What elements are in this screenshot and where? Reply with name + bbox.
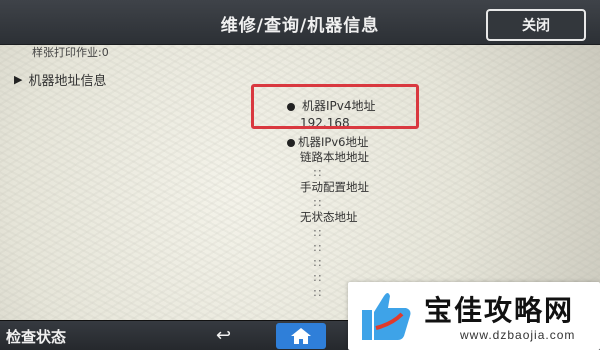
stateless-value-3: :: [313,255,323,269]
close-button[interactable]: 关闭 [486,9,586,41]
title-bar: 维修/查询/机器信息 关闭 [0,0,600,45]
triangle-right-icon: ▶ [14,73,23,86]
ipv6-block: 机器IPv6地址 链路本地地址 :: 手动配置地址 :: 无状态地址 :: ::… [287,135,369,300]
home-icon [291,328,311,344]
section-label: 机器地址信息 [28,74,107,89]
stateless-value-2: :: [313,240,323,254]
section-machine-address[interactable]: ▶ 机器地址信息 [14,70,106,89]
printer-screen: 维修/查询/机器信息 关闭 样张打印作业:0 ▶ 机器地址信息 机器IPv4地址… [0,0,600,350]
watermark-badge: 宝佳攻略网 www.dzbaojia.com [348,282,600,350]
thumbs-up-logo-icon [362,293,411,340]
bullet-icon [287,138,295,147]
link-local-value: :: [313,165,323,179]
home-button[interactable] [276,323,326,349]
stateless-value-1: :: [313,225,323,239]
highlight-box [251,84,419,129]
sample-print-jobs: 样张打印作业:0 [32,46,109,59]
manual-config-value: :: [313,195,323,209]
stateless-label: 无状态地址 [300,210,358,224]
back-arrow-icon[interactable]: ↩ [216,325,231,346]
watermark-url: www.dzbaojia.com [460,328,576,342]
manual-config-label: 手动配置地址 [300,180,369,194]
check-status-button[interactable]: 检查状态 [6,326,66,347]
link-local-label: 链路本地地址 [300,150,369,164]
ipv6-label: 机器IPv6地址 [298,135,369,149]
watermark-title: 宝佳攻略网 [424,294,575,327]
